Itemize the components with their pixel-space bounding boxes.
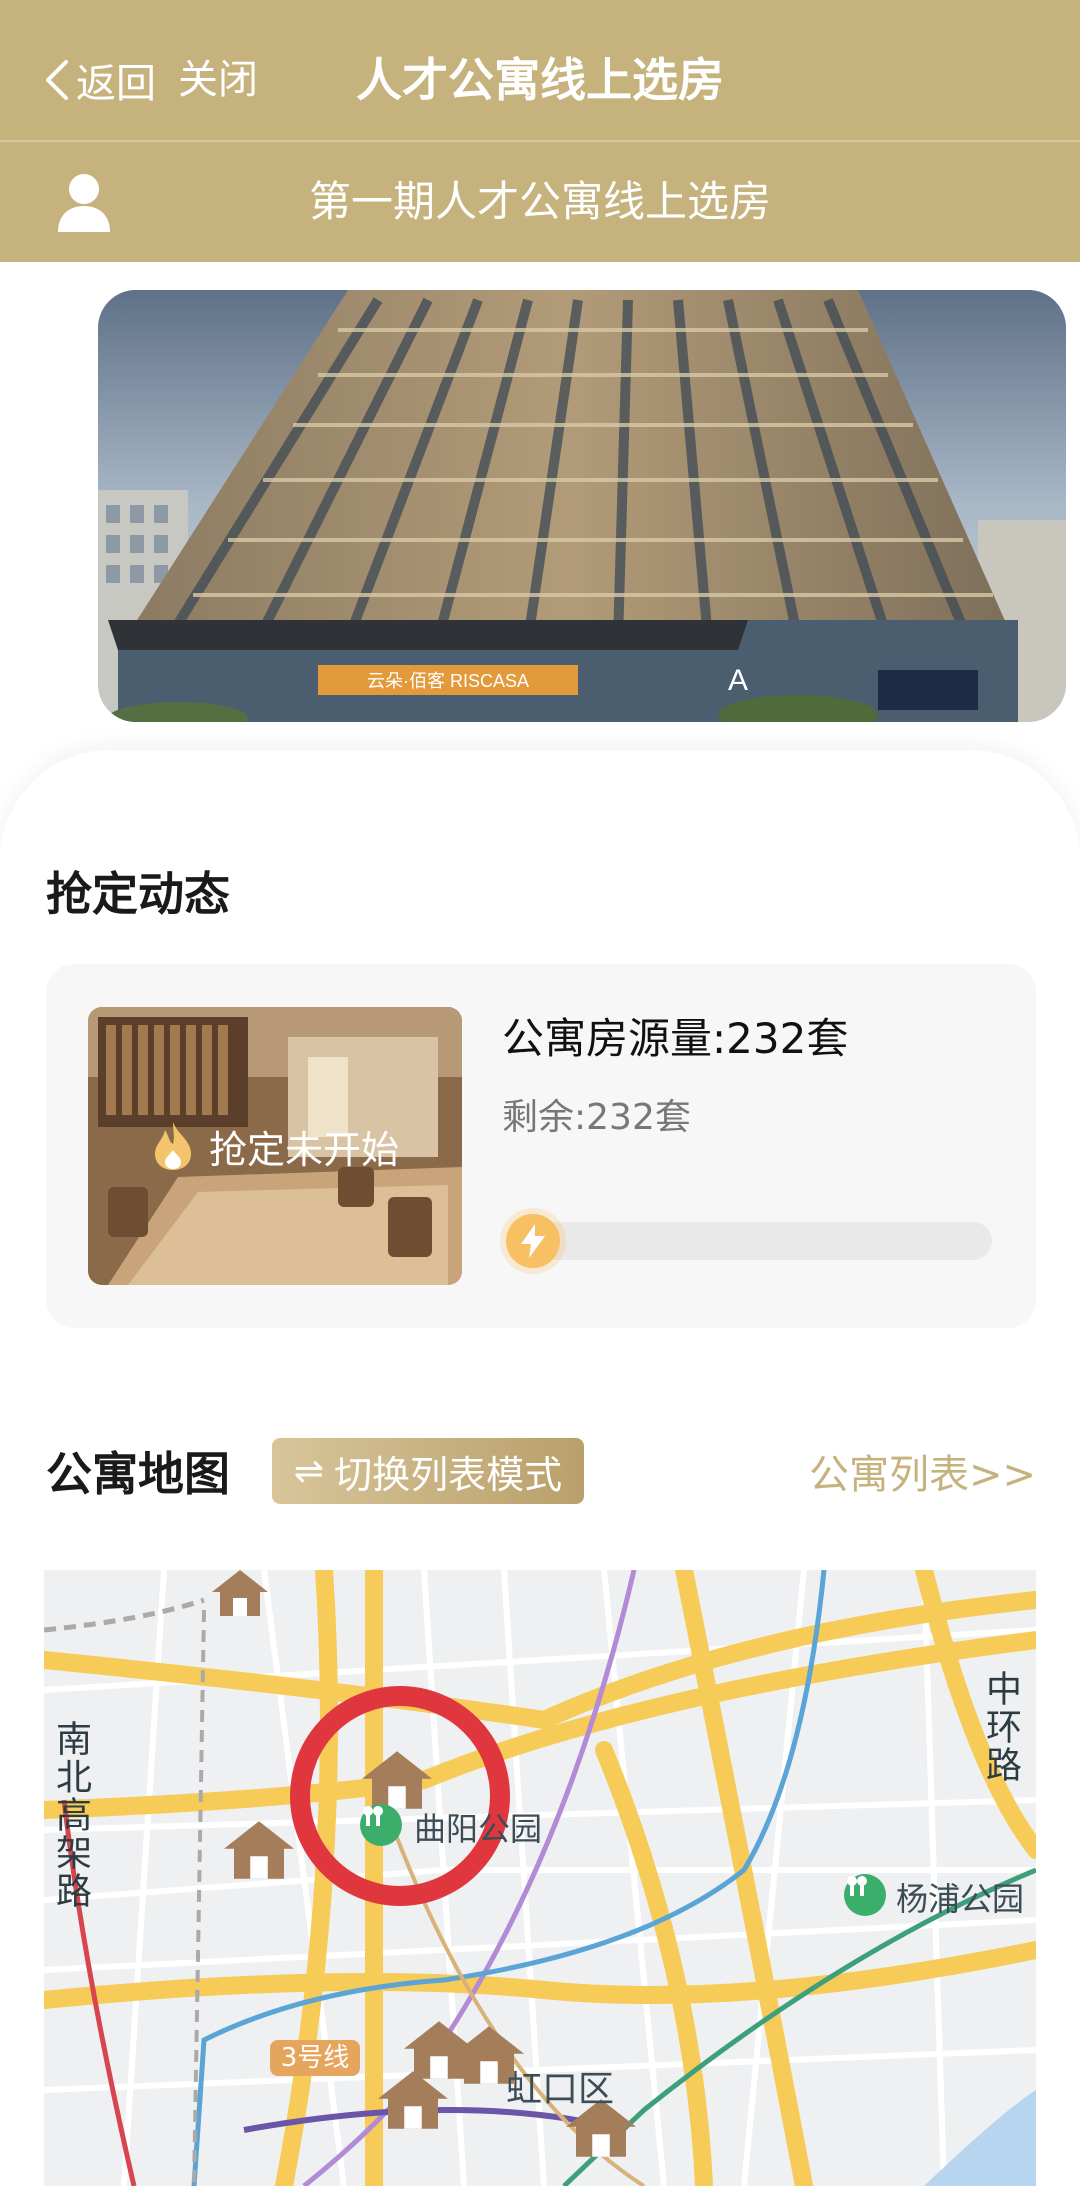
stock-total: 公寓房源量:232套 bbox=[502, 1014, 849, 1063]
park-pin-icon bbox=[844, 1874, 886, 1916]
apartment-photo[interactable]: 抢定未开始 bbox=[88, 1007, 462, 1285]
switch-list-mode-button[interactable]: ⇌ 切换列表模式 bbox=[272, 1438, 584, 1504]
house-marker-icon[interactable] bbox=[362, 1750, 432, 1810]
metro-line-badge: 3号线 bbox=[270, 2040, 360, 2076]
map-label-yangpu-park: 杨浦公园 bbox=[896, 1880, 1025, 1918]
stock-remaining: 剩余:232套 bbox=[502, 1097, 691, 1138]
user-icon[interactable] bbox=[56, 172, 112, 234]
house-marker-icon[interactable] bbox=[378, 2070, 448, 2130]
nav-bar: 返回 关闭 人才公寓线上选房 bbox=[0, 0, 1080, 140]
rush-status-text: 抢定未开始 bbox=[208, 1127, 399, 1172]
close-button[interactable]: 关闭 bbox=[178, 50, 258, 110]
flame-icon bbox=[154, 1122, 191, 1170]
sub-header: 第一期人才公寓线上选房 bbox=[0, 142, 1080, 262]
map-section-title: 公寓地图 bbox=[46, 1447, 230, 1501]
banner-image[interactable]: 云朵·佰客 RISCASA A bbox=[98, 290, 1066, 722]
house-marker-icon[interactable] bbox=[212, 1570, 268, 1616]
banner-sign-text: 云朵·佰客 RISCASA bbox=[367, 671, 529, 691]
back-label: 返回 bbox=[76, 61, 156, 107]
apartment-list-link[interactable]: 公寓列表>> bbox=[809, 1442, 1036, 1500]
map-label-road-left: 南北高架路 bbox=[50, 1720, 91, 1910]
rush-progress-bar bbox=[506, 1222, 992, 1260]
map-label-quyang-park: 曲阳公园 bbox=[414, 1810, 543, 1848]
map-label-road-right: 中环路 bbox=[980, 1670, 1021, 1784]
switch-list-mode-label: 切换列表模式 bbox=[334, 1452, 563, 1497]
building-photo: 云朵·佰客 RISCASA A bbox=[98, 290, 1066, 722]
house-marker-icon[interactable] bbox=[224, 1820, 294, 1880]
banner-letter: A bbox=[728, 664, 748, 697]
page-title: 人才公寓线上选房 bbox=[356, 53, 724, 107]
swap-icon: ⇌ bbox=[293, 1450, 325, 1492]
lightning-icon bbox=[506, 1214, 560, 1268]
apartment-map[interactable]: 曲阳公园 杨浦公园 虹口区 南北高架路 中环路 3号线 bbox=[44, 1570, 1036, 2186]
chevron-left-icon bbox=[46, 60, 68, 100]
rush-section-title: 抢定动态 bbox=[46, 867, 230, 921]
rush-status-overlay: 抢定未开始 bbox=[88, 1007, 462, 1285]
map-label-district: 虹口区 bbox=[506, 2069, 615, 2110]
back-button[interactable]: 返回 bbox=[42, 50, 156, 110]
sub-header-title: 第一期人才公寓线上选房 bbox=[308, 177, 771, 226]
park-pin-icon bbox=[360, 1804, 402, 1846]
